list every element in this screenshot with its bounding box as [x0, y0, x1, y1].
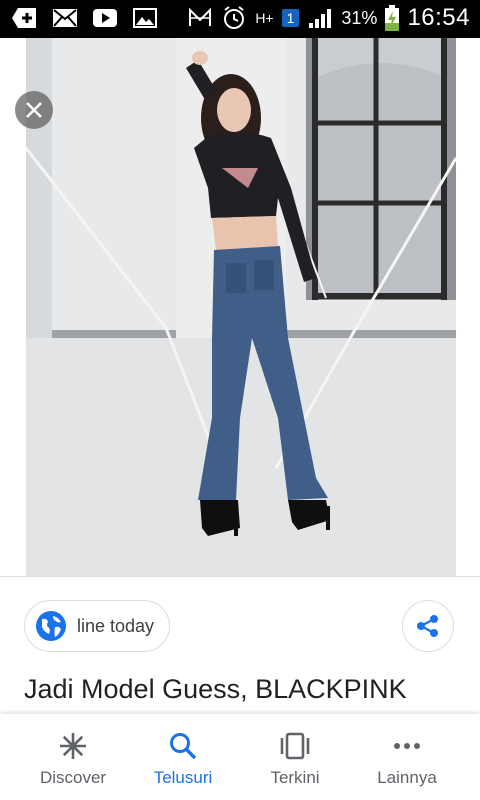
nfc-icon [187, 6, 213, 30]
youtube-icon [92, 6, 118, 30]
more-dots-icon [391, 730, 423, 762]
preview-photo[interactable] [26, 38, 456, 576]
battery-percent: 31% [341, 7, 378, 28]
status-bar: H+ 1 31% 16:54 [0, 0, 480, 38]
alarm-icon [221, 6, 247, 30]
nav-discover[interactable]: Discover [18, 714, 128, 800]
nav-terkini[interactable]: Terkini [240, 714, 350, 800]
share-icon [417, 615, 438, 637]
nav-telusuri[interactable]: Telusuri [128, 714, 238, 800]
status-bar-system: H+ 1 31% 16:54 [187, 4, 470, 32]
battery-charging-icon [385, 5, 400, 31]
bottom-navigation: Discover Telusuri Terkini Lainnya [0, 714, 480, 800]
close-button[interactable] [15, 91, 53, 129]
nav-label: Lainnya [377, 768, 437, 787]
status-bar-notifications [12, 6, 158, 30]
search-icon [167, 730, 199, 762]
result-title[interactable]: Jadi Model Guess, BLACKPINK [24, 674, 407, 705]
add-icon [12, 6, 38, 30]
share-button[interactable] [402, 600, 454, 652]
nav-label: Terkini [270, 768, 320, 787]
nav-label: Discover [39, 768, 107, 787]
asterisk-icon [57, 730, 89, 762]
close-icon [26, 102, 42, 118]
signal-icon [307, 6, 333, 30]
nav-label: Telusuri [153, 768, 213, 787]
globe-icon [35, 610, 67, 642]
mail-icon [52, 6, 78, 30]
divider [0, 576, 480, 577]
image-viewer [0, 38, 480, 576]
source-label: line today [77, 615, 155, 636]
clock: 16:54 [407, 4, 470, 31]
sim-slot-badge: 1 [281, 9, 300, 27]
network-type: H+ [255, 10, 274, 26]
nav-lainnya[interactable]: Lainnya [352, 714, 462, 800]
gallery-icon [132, 6, 158, 30]
source-chip[interactable]: line today [24, 600, 170, 652]
recent-cards-icon [279, 730, 311, 762]
